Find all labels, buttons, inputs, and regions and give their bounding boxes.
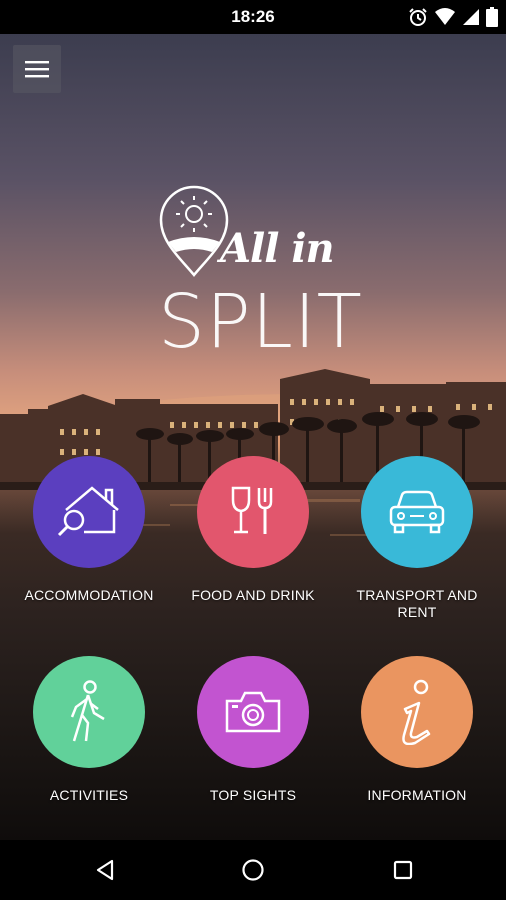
food-drink-icon xyxy=(231,486,273,534)
tile-activities[interactable]: ACTIVITIES xyxy=(9,656,169,804)
signal-icon xyxy=(463,9,479,25)
status-icons xyxy=(408,7,498,27)
tile-label-information: INFORMATION xyxy=(367,787,467,803)
app-screen: 18:26 All in SPLIT ACCOMMODATION FOOD AN… xyxy=(0,0,506,900)
tile-label-transport-and-rent: TRANSPORT AND RENT xyxy=(356,587,478,620)
tile-food-and-drink[interactable]: FOOD AND DRINK xyxy=(173,456,333,604)
recents-square-icon xyxy=(393,860,413,880)
logo-line-2: SPLIT xyxy=(158,279,363,365)
accommodation-circle[interactable] xyxy=(33,456,145,568)
tile-accommodation[interactable]: ACCOMMODATION xyxy=(9,456,169,604)
info-icon xyxy=(402,679,431,745)
nav-back-button[interactable] xyxy=(90,855,120,885)
alarm-icon xyxy=(409,8,427,26)
walking-person-icon xyxy=(70,680,105,742)
back-triangle-icon xyxy=(96,859,114,881)
wifi-icon xyxy=(435,8,455,25)
home-circle-icon xyxy=(242,859,264,881)
tile-label-accommodation: ACCOMMODATION xyxy=(24,587,154,603)
navigation-bar xyxy=(0,840,506,900)
nav-recents-button[interactable] xyxy=(388,855,418,885)
status-bar: 18:26 xyxy=(0,0,506,34)
tile-transport-and-rent[interactable]: TRANSPORT AND RENT xyxy=(337,456,497,621)
transport-circle[interactable] xyxy=(361,456,473,568)
app-logo: All in SPLIT xyxy=(150,180,363,370)
house-search-icon xyxy=(57,486,119,537)
tile-top-sights[interactable]: TOP SIGHTS xyxy=(173,656,333,804)
nav-home-button[interactable] xyxy=(238,855,268,885)
information-circle[interactable] xyxy=(361,656,473,768)
tile-label-food-and-drink: FOOD AND DRINK xyxy=(191,587,315,603)
sun-icon xyxy=(176,196,212,232)
camera-icon xyxy=(225,691,281,733)
menu-button[interactable] xyxy=(13,45,61,93)
logo-line-1: All in xyxy=(220,225,335,272)
top-sights-circle[interactable] xyxy=(197,656,309,768)
food-drink-circle[interactable] xyxy=(197,456,309,568)
car-icon xyxy=(389,490,445,534)
tile-label-top-sights: TOP SIGHTS xyxy=(209,787,297,803)
hamburger-icon xyxy=(25,61,49,78)
battery-icon xyxy=(486,7,498,27)
tile-information[interactable]: INFORMATION xyxy=(337,656,497,804)
tile-label-activities: ACTIVITIES xyxy=(49,787,129,803)
activities-circle[interactable] xyxy=(33,656,145,768)
